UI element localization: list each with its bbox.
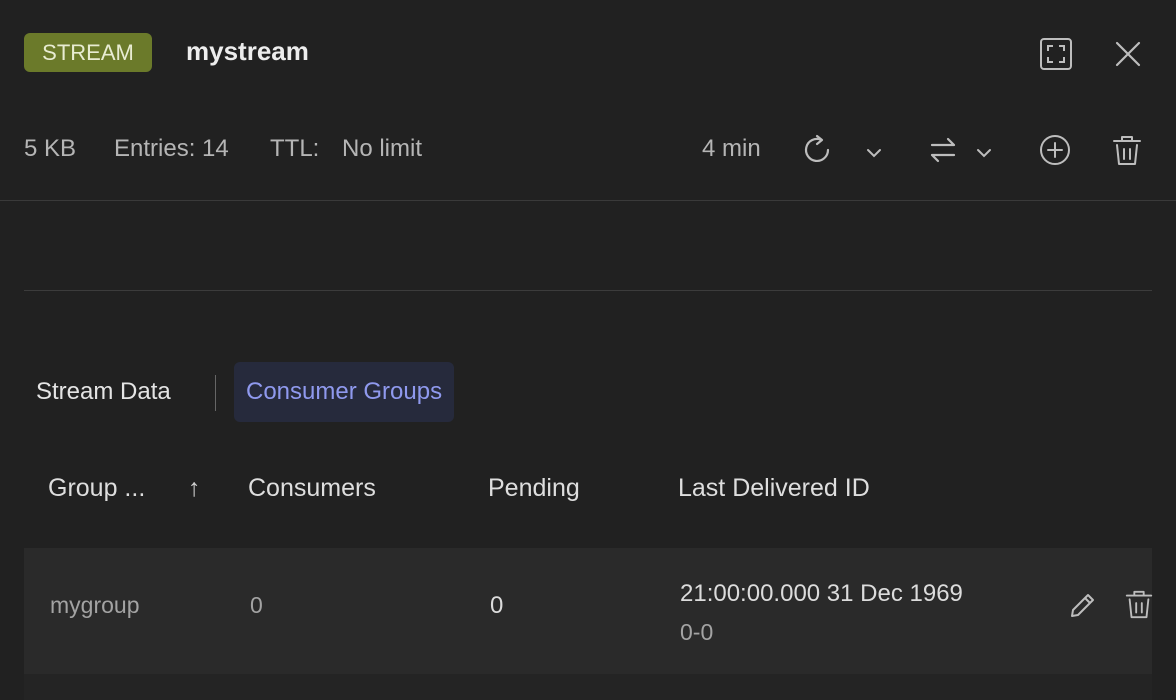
column-header-group-name[interactable]: Group ...	[48, 474, 145, 503]
swap-arrows-icon[interactable]	[924, 131, 962, 169]
delete-group-icon[interactable]	[1122, 586, 1156, 622]
table-row[interactable]	[24, 548, 1152, 674]
ttl-value[interactable]: No limit	[342, 135, 422, 163]
group-name-cell: mygroup	[50, 592, 140, 618]
format-chevron-down-icon[interactable]	[972, 141, 996, 165]
column-header-last-delivered-id[interactable]: Last Delivered ID	[678, 474, 870, 503]
key-size: 5 KB	[24, 135, 77, 162]
tab-consumer-groups[interactable]: Consumer Groups	[234, 362, 455, 422]
section-divider	[24, 290, 1152, 291]
consumers-cell: 0	[250, 592, 263, 618]
refresh-icon[interactable]	[798, 131, 836, 169]
column-header-pending[interactable]: Pending	[488, 474, 580, 503]
last-delivered-time: 21:00:00.000 31 Dec 1969	[680, 580, 963, 607]
key-type-badge: STREAM	[24, 33, 152, 72]
add-entry-icon[interactable]	[1036, 131, 1074, 169]
close-icon[interactable]	[1108, 34, 1148, 74]
tab-stream-data[interactable]: Stream Data	[24, 362, 183, 422]
last-delivered-id: 0-0	[680, 619, 714, 645]
ttl-label: TTL:	[270, 135, 320, 162]
header-divider	[0, 200, 1176, 201]
sort-ascending-arrow-icon[interactable]: ↑	[188, 474, 201, 503]
auto-refresh-chevron-down-icon[interactable]	[862, 141, 886, 165]
tab-separator	[215, 375, 216, 411]
edit-pencil-icon[interactable]	[1066, 588, 1100, 622]
column-header-consumers[interactable]: Consumers	[248, 474, 376, 503]
delete-key-icon[interactable]	[1108, 131, 1146, 169]
last-refresh-age: 4 min	[702, 135, 761, 162]
entries-count: Entries: 14	[114, 135, 229, 162]
pending-cell[interactable]: 0	[490, 592, 503, 620]
fullscreen-icon[interactable]	[1036, 34, 1076, 74]
key-name-title: mystream	[186, 36, 309, 66]
table-bottom-area	[24, 674, 1152, 700]
